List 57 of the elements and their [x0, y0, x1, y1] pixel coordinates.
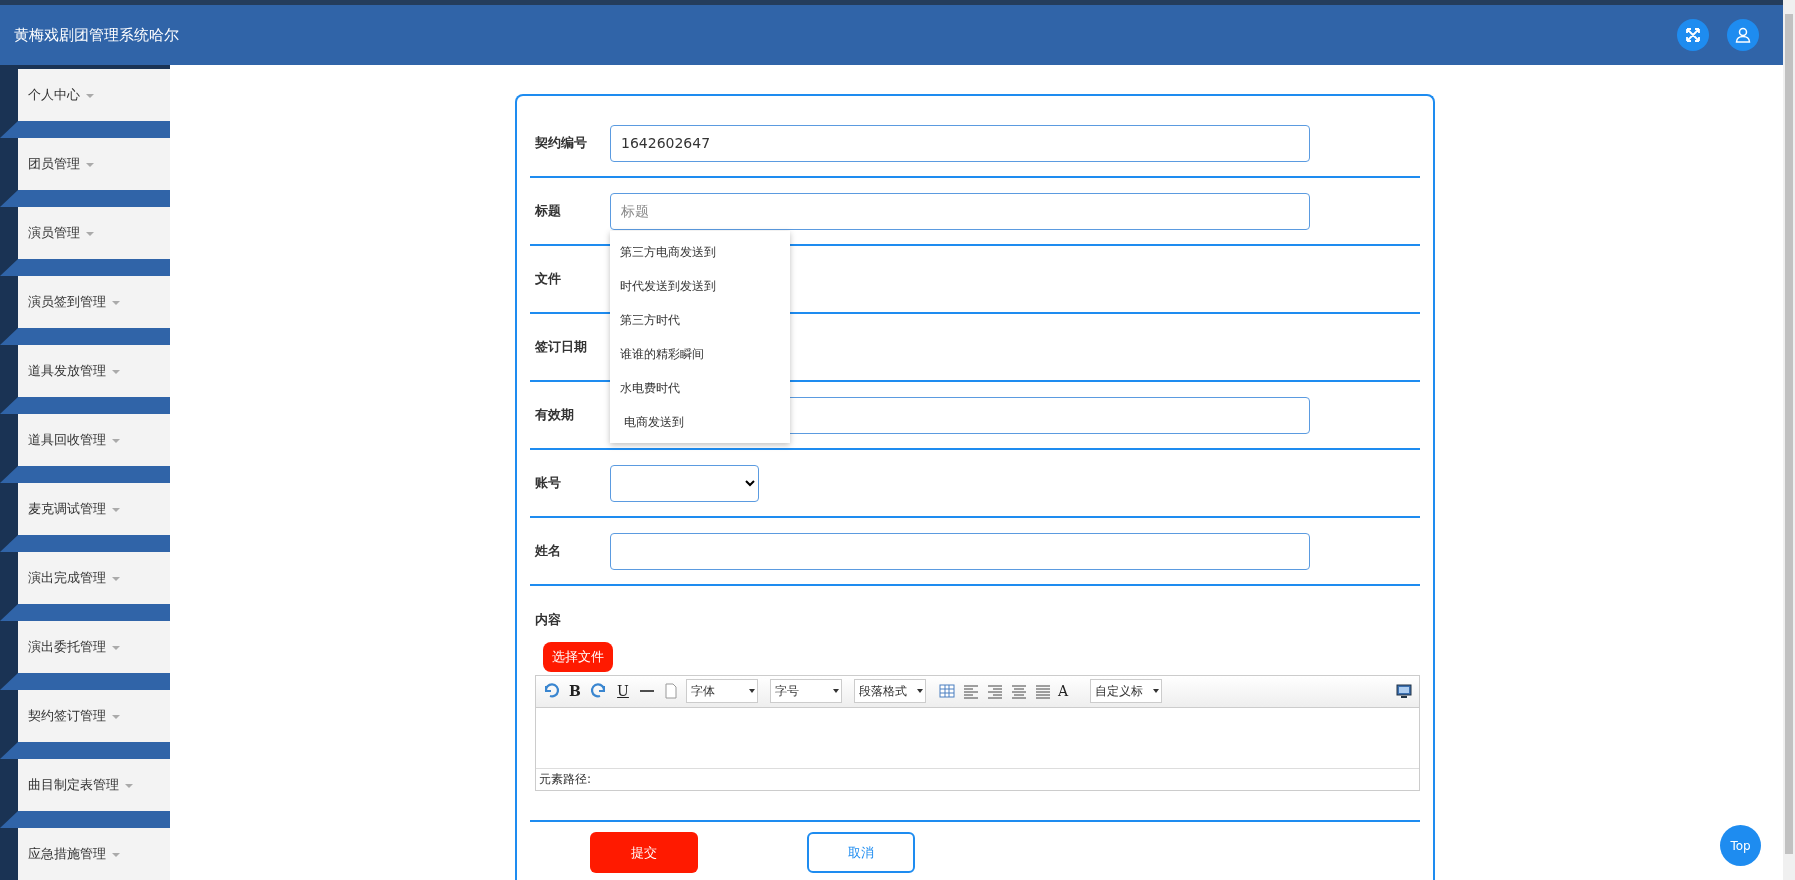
- toolbar-dropdown[interactable]: 段落格式: [854, 679, 926, 703]
- align-center-icon[interactable]: [1010, 682, 1028, 700]
- justify-icon[interactable]: [1034, 682, 1052, 700]
- field-label: 文件: [535, 270, 562, 289]
- select-field[interactable]: [610, 464, 759, 502]
- page-icon[interactable]: [662, 682, 680, 700]
- autocomplete-option[interactable]: 第三方电商发送到: [610, 234, 790, 269]
- bold-button[interactable]: B: [566, 680, 584, 702]
- toolbar-dropdown[interactable]: 自定义标: [1090, 679, 1162, 703]
- field-label: 姓名: [535, 542, 562, 561]
- field-label: 有效期: [535, 406, 575, 425]
- sidebar-item[interactable]: 个人中心: [18, 69, 170, 121]
- choose-file-button[interactable]: 选择文件: [543, 641, 613, 672]
- autocomplete-option[interactable]: 水电费时代: [610, 370, 790, 405]
- field-label: 标题: [535, 202, 562, 221]
- field-label: 账号: [535, 474, 562, 493]
- app-title: 黄梅戏剧团管理系统哈尔: [14, 24, 179, 46]
- sidebar-item[interactable]: 麦克调试管理: [18, 483, 170, 535]
- monitor-icon[interactable]: [1395, 682, 1413, 700]
- submit-button[interactable]: 提交: [590, 832, 698, 873]
- align-left-icon[interactable]: [962, 682, 980, 700]
- expand-icon: [1686, 28, 1700, 42]
- field-label: 签订日期: [535, 338, 588, 357]
- text-input[interactable]: 1642602647: [610, 124, 1310, 162]
- scrollbar-thumb[interactable]: [1785, 14, 1793, 854]
- autocomplete-option[interactable]: 第三方时代: [610, 302, 790, 337]
- rich-text-editor[interactable]: B U 字体 字号 段落格式 A 自定义标 元素路径:: [535, 674, 1420, 791]
- cancel-button[interactable]: 取消: [807, 832, 915, 873]
- sidebar-item[interactable]: 契约签订管理: [18, 690, 170, 742]
- sidebar-item[interactable]: 道具回收管理: [18, 414, 170, 466]
- element-path-label: 元素路径:: [536, 767, 1419, 790]
- autocomplete-option[interactable]: 电商发送到: [610, 404, 790, 439]
- toolbar-dropdown[interactable]: 字号: [770, 679, 842, 703]
- text-input[interactable]: [610, 532, 1310, 570]
- sidebar-item[interactable]: 团员管理: [18, 138, 170, 190]
- sidebar-item[interactable]: 演出委托管理: [18, 621, 170, 673]
- user-button[interactable]: [1727, 19, 1759, 51]
- undo-icon[interactable]: [542, 682, 560, 700]
- table-icon[interactable]: [938, 682, 956, 700]
- sidebar-item[interactable]: 道具发放管理: [18, 345, 170, 397]
- field-label: 内容: [535, 611, 562, 629]
- sidebar-item[interactable]: 演出完成管理: [18, 552, 170, 604]
- redo-icon[interactable]: [590, 682, 608, 700]
- text-input[interactable]: 标题: [610, 192, 1310, 230]
- autocomplete-option[interactable]: 谁谁的精彩瞬间: [610, 336, 790, 371]
- field-label: 契约编号: [535, 134, 588, 153]
- fullscreen-button[interactable]: [1677, 19, 1709, 51]
- sidebar-item[interactable]: 演员管理: [18, 207, 170, 259]
- font-color-button[interactable]: A: [1058, 680, 1084, 702]
- autocomplete-option[interactable]: 时代发送到发送到: [610, 268, 790, 303]
- user-icon: [1735, 27, 1751, 43]
- sidebar-item[interactable]: 曲目制定表管理: [18, 759, 170, 811]
- align-right-icon[interactable]: [986, 682, 1004, 700]
- sidebar-item[interactable]: 演员签到管理: [18, 276, 170, 328]
- sidebar-item[interactable]: 应急措施管理: [18, 828, 170, 880]
- underline-button[interactable]: U: [614, 680, 632, 702]
- toolbar-dropdown[interactable]: 字体: [686, 679, 758, 703]
